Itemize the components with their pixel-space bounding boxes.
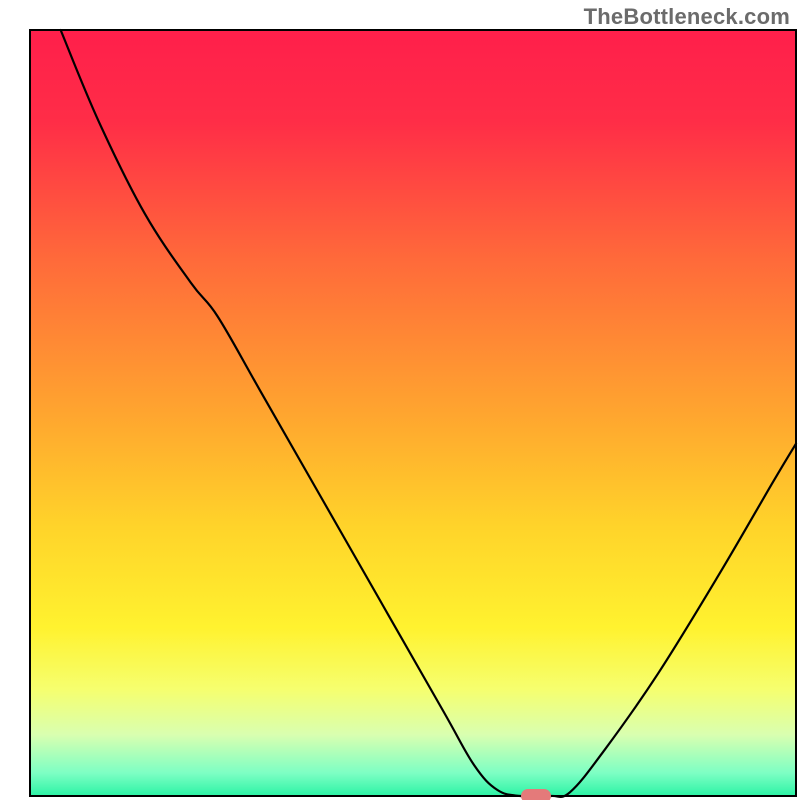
- watermark-text: TheBottleneck.com: [584, 4, 790, 30]
- bottleneck-chart: [0, 0, 800, 800]
- chart-root: TheBottleneck.com: [0, 0, 800, 800]
- chart-background: [30, 30, 796, 796]
- optimal-marker: [521, 789, 551, 800]
